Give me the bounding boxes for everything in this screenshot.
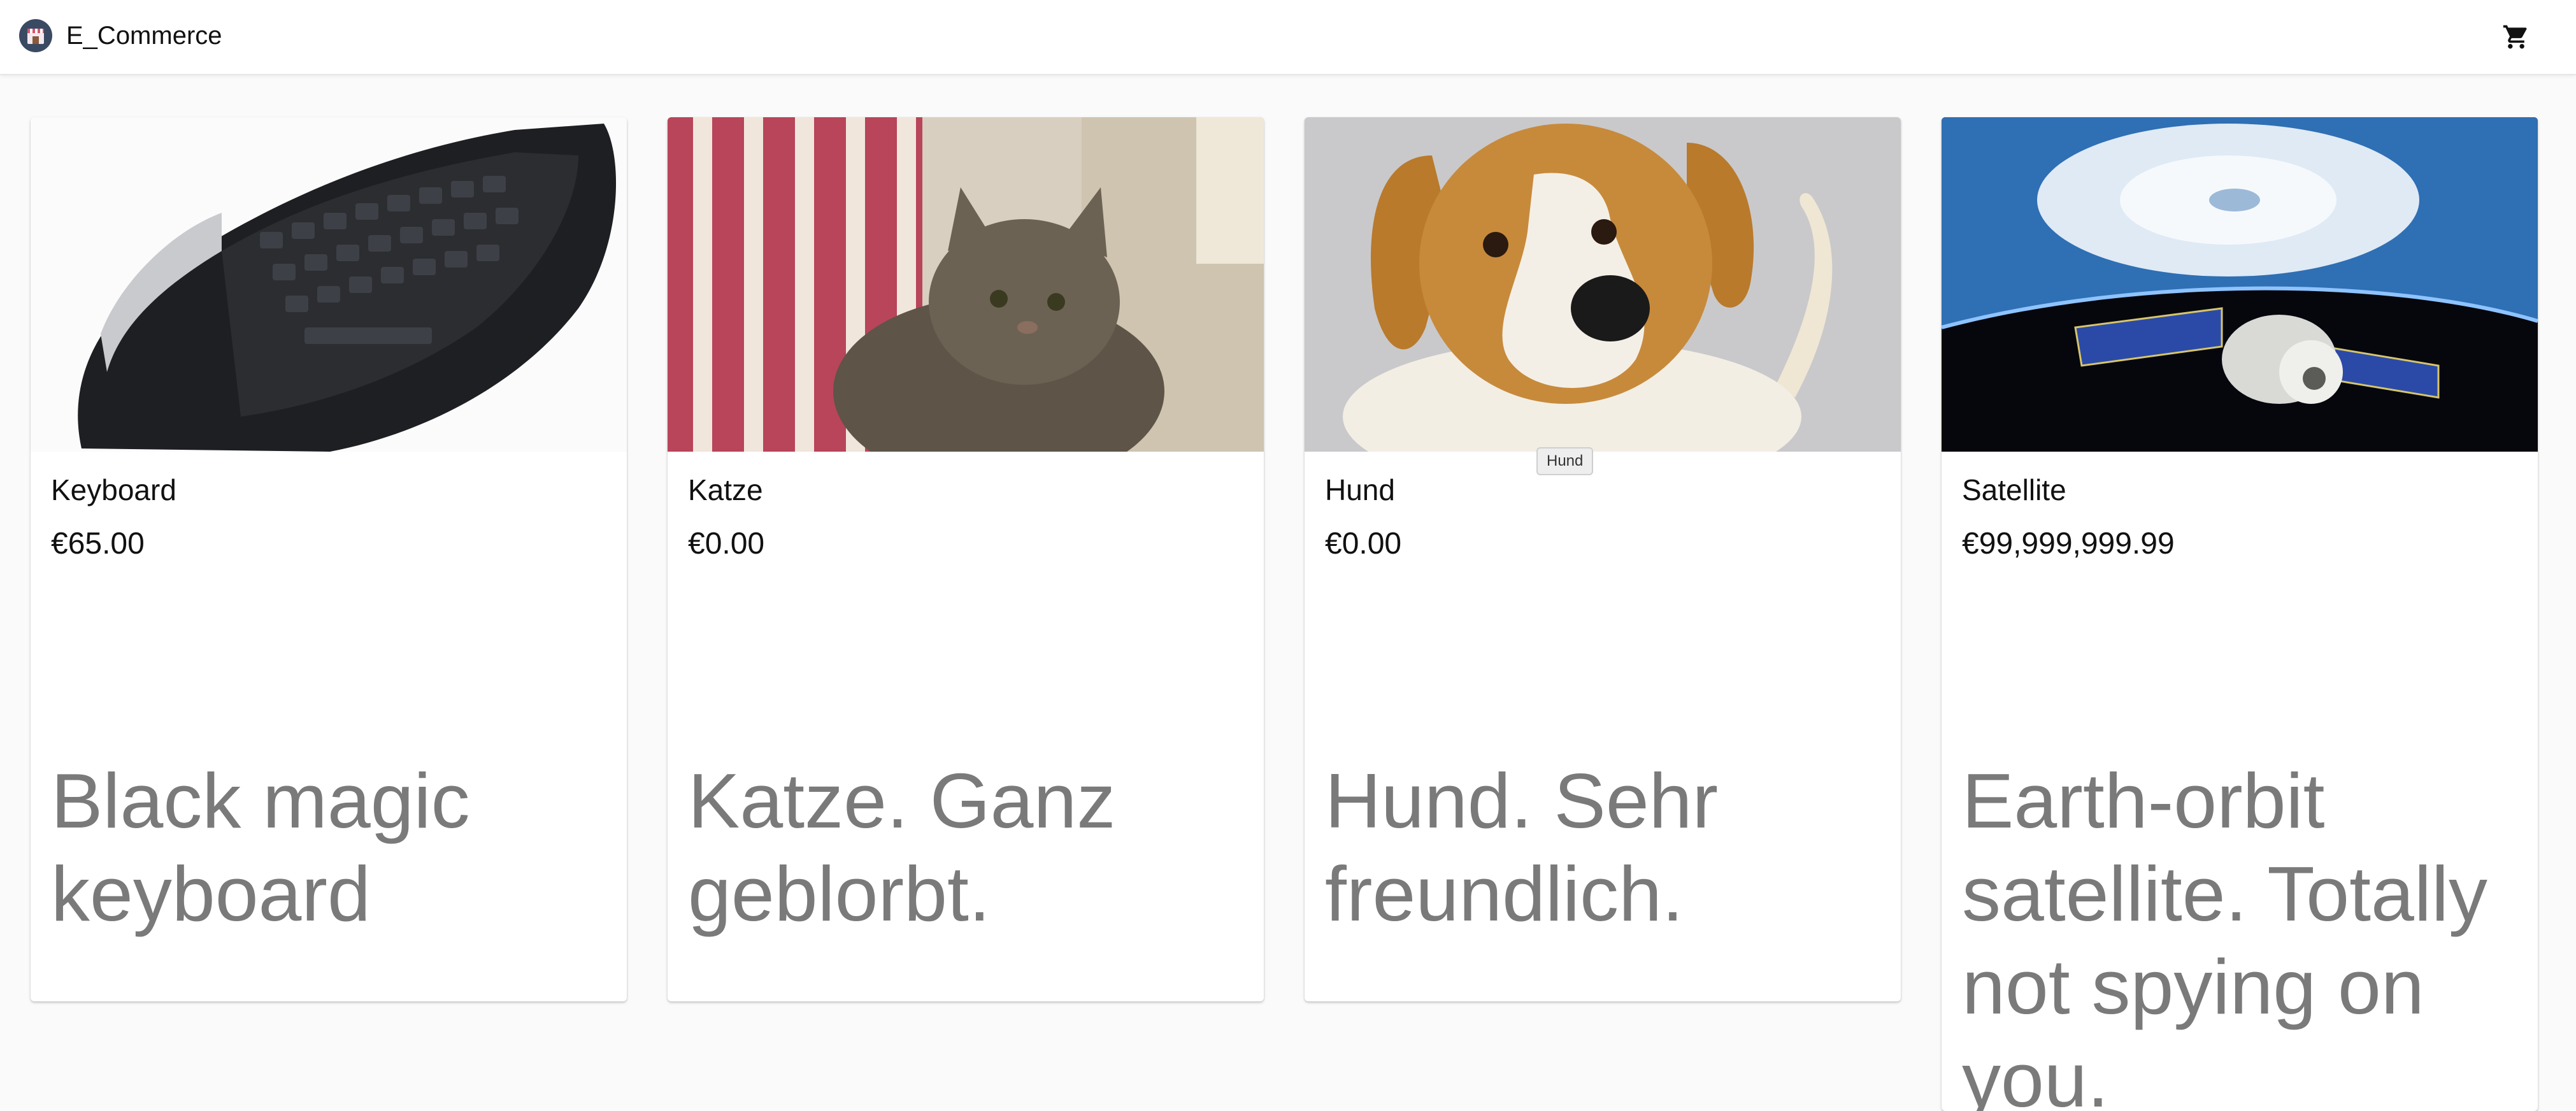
product-name: Satellite bbox=[1962, 473, 2066, 506]
image-tooltip: Hund bbox=[1536, 447, 1594, 475]
product-name: Katze bbox=[688, 473, 763, 506]
shopping-cart-button[interactable] bbox=[2498, 19, 2534, 55]
shop-logo-icon bbox=[19, 19, 52, 52]
product-card-satellite[interactable]: Satellite €99,999,999.99 Earth-orbit sat… bbox=[1942, 117, 2538, 1111]
product-price: €99,999,999.99 bbox=[1962, 527, 2175, 561]
dog-photo bbox=[1305, 117, 1901, 452]
satellite-photo bbox=[1942, 117, 2538, 452]
product-price: €65.00 bbox=[51, 527, 145, 561]
app-title: E_Commerce bbox=[66, 21, 222, 50]
product-description: Hund. Sehr freundlich. bbox=[1325, 757, 1719, 937]
product-description: Black magic keyboard bbox=[51, 757, 470, 937]
product-card-keyboard[interactable]: Keyboard €65.00 Black magic keyboard bbox=[31, 117, 627, 1001]
product-description: Katze. Ganz geblorbt. bbox=[688, 757, 1116, 937]
product-price: €0.00 bbox=[1325, 527, 1402, 561]
brand[interactable]: E_Commerce bbox=[19, 18, 222, 54]
shopping-cart-icon bbox=[2503, 25, 2527, 49]
keyboard-photo bbox=[31, 117, 627, 452]
product-price: €0.00 bbox=[688, 527, 765, 561]
product-description: Earth-orbit satellite. Totally not spyin… bbox=[1962, 757, 2488, 1111]
product-card-hund[interactable]: Hund €0.00 Hund. Sehr freundlich. bbox=[1305, 117, 1901, 1001]
product-name: Hund bbox=[1325, 473, 1395, 506]
app-bar: E_Commerce bbox=[0, 0, 2576, 75]
product-card-katze[interactable]: Katze €0.00 Katze. Ganz geblorbt. bbox=[668, 117, 1264, 1001]
cat-photo bbox=[668, 117, 1264, 452]
product-name: Keyboard bbox=[51, 473, 176, 506]
